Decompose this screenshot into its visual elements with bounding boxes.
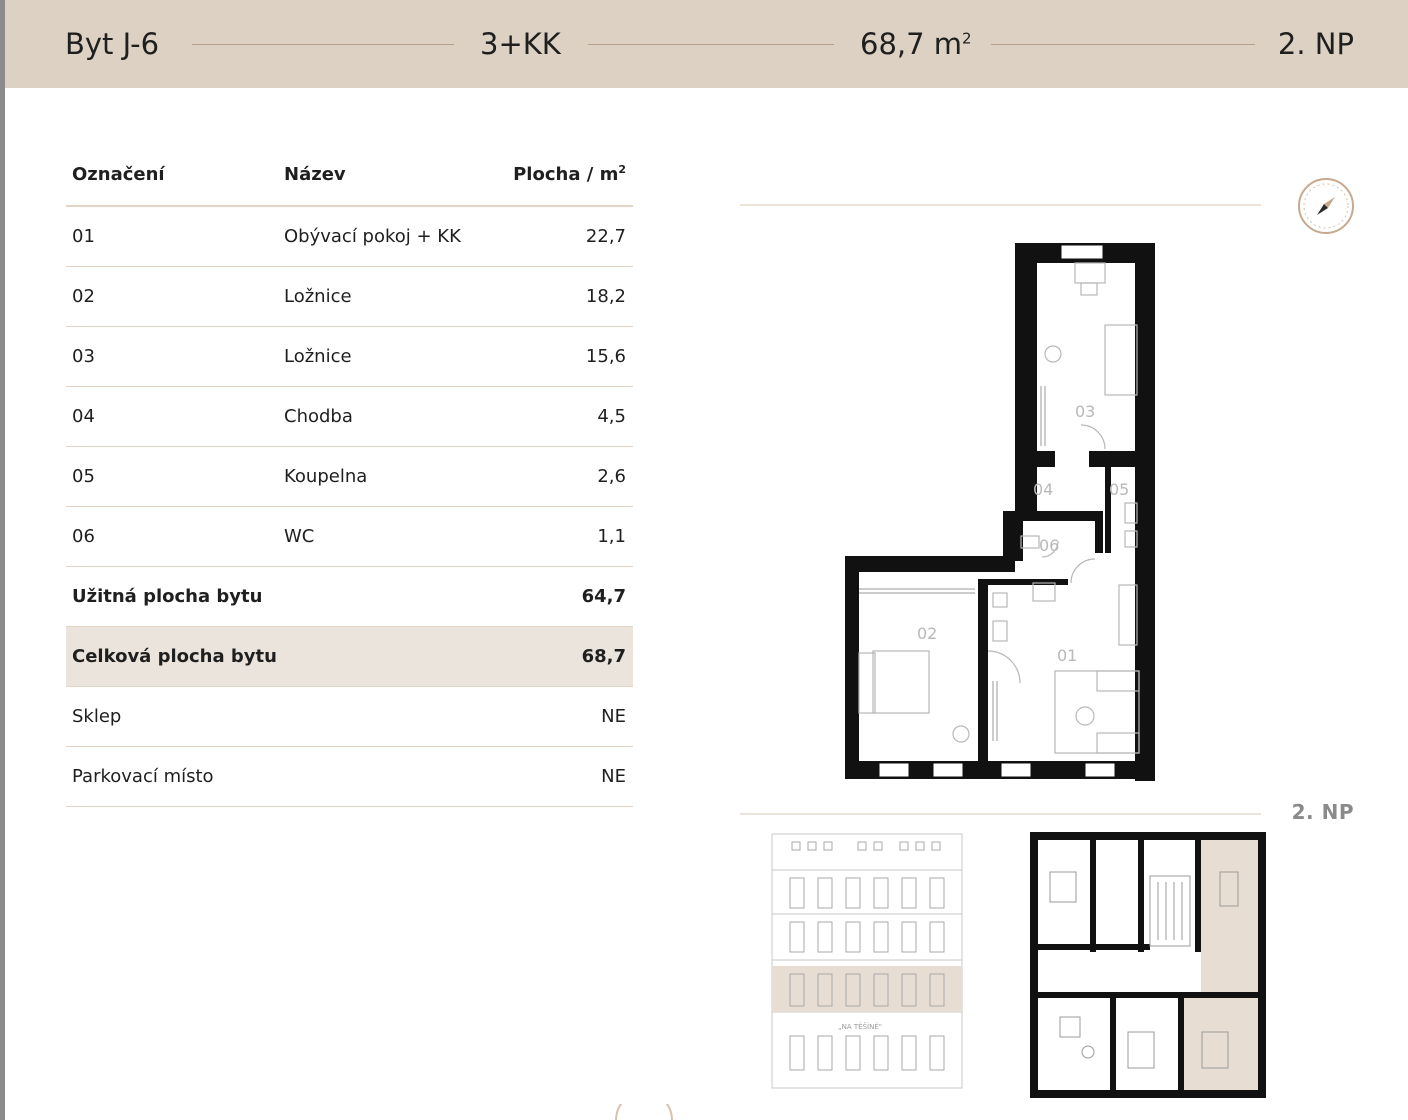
room-area: 1,1 [597, 526, 626, 547]
footer-ornament [615, 1104, 673, 1120]
table-row: 02 Ložnice 18,2 [66, 267, 633, 327]
table-header: Označení Název Plocha / m2 [66, 145, 633, 207]
unit-layout: 3+KK [480, 27, 561, 61]
unit-floor: 2. NP [1277, 27, 1354, 61]
header-divider [991, 44, 1255, 45]
compass-icon [1298, 178, 1354, 234]
room-area: 4,5 [597, 406, 626, 427]
cellar-row: Sklep NE [66, 687, 633, 747]
unit-name: Byt J-6 [65, 27, 160, 61]
table-row: 01 Obývací pokoj + KK 22,7 [66, 207, 633, 267]
room-name: WC [284, 526, 315, 547]
table-row: 05 Koupelna 2,6 [66, 447, 633, 507]
building-facade-image: „NA TĚŠÍNĚ" [771, 833, 963, 1089]
plan-divider [740, 813, 1261, 815]
plan-divider [740, 204, 1261, 206]
row-label: Parkovací místo [72, 766, 214, 787]
room-label: 02 [917, 624, 937, 643]
table-row: 04 Chodba 4,5 [66, 387, 633, 447]
room-id: 05 [72, 466, 95, 487]
room-label: 03 [1075, 402, 1095, 421]
room-id: 03 [72, 346, 95, 367]
row-label: Celková plocha bytu [72, 646, 277, 667]
unit-area: 68,7 m2 [860, 27, 972, 61]
room-label: 04 [1033, 480, 1053, 499]
room-area: 22,7 [585, 226, 626, 247]
parking-row: Parkovací místo NE [66, 747, 633, 807]
total-area-row: Celková plocha bytu 68,7 [66, 627, 633, 687]
header-area: Plocha / m2 [513, 163, 626, 185]
floor-key-plan [1030, 832, 1266, 1098]
row-value: NE [601, 706, 626, 727]
room-name: Obývací pokoj + KK [284, 226, 461, 247]
row-label: Užitná plocha bytu [72, 586, 263, 607]
floor-label: 2. NP [1291, 800, 1354, 824]
table-row: 06 WC 1,1 [66, 507, 633, 567]
room-id: 02 [72, 286, 95, 307]
room-id: 06 [72, 526, 95, 547]
usable-area-row: Užitná plocha bytu 64,7 [66, 567, 633, 627]
room-label: 05 [1109, 480, 1129, 499]
row-value: 64,7 [581, 586, 626, 607]
header-divider [192, 44, 454, 45]
room-label: 06 [1039, 536, 1059, 555]
window-edge [0, 0, 5, 1120]
row-value: NE [601, 766, 626, 787]
row-value: 68,7 [581, 646, 626, 667]
apartment-floor-plan: 03 04 05 06 02 01 [845, 243, 1155, 781]
header-name: Název [284, 164, 346, 185]
unit-header: Byt J-6 3+KK 68,7 m2 2. NP [5, 0, 1408, 88]
room-name: Ložnice [284, 346, 352, 367]
room-area: 18,2 [585, 286, 626, 307]
room-label: 01 [1057, 646, 1077, 665]
row-label: Sklep [72, 706, 122, 727]
facade-sign: „NA TĚŠÍNĚ" [838, 1022, 882, 1031]
header-id: Označení [72, 164, 165, 185]
header-divider [588, 44, 834, 45]
room-area: 2,6 [597, 466, 626, 487]
room-name: Chodba [284, 406, 353, 427]
room-id: 04 [72, 406, 95, 427]
room-name: Koupelna [284, 466, 368, 487]
room-name: Ložnice [284, 286, 352, 307]
room-id: 01 [72, 226, 95, 247]
room-area: 15,6 [585, 346, 626, 367]
table-row: 03 Ložnice 15,6 [66, 327, 633, 387]
room-area-table: Označení Název Plocha / m2 01 Obývací pok… [66, 145, 633, 807]
